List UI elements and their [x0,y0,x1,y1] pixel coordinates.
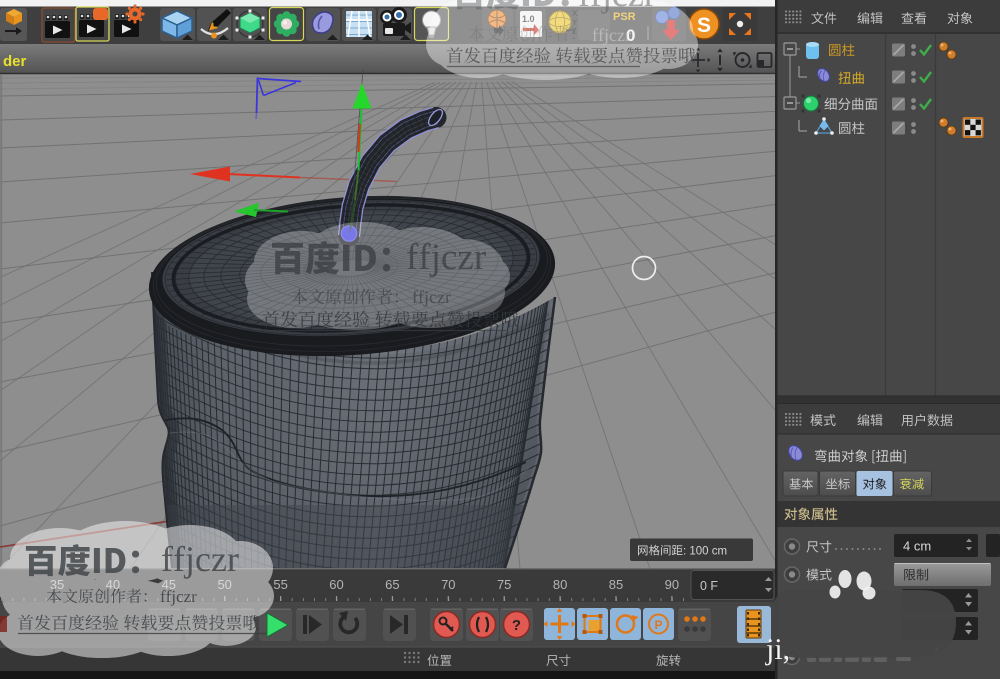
svg-text:: 100 cm: : 100 cm [683,546,727,558]
svg-text:70: 70 [441,577,455,592]
svg-text:60: 60 [329,577,343,592]
svg-text:0 F: 0 F [700,579,718,593]
svg-text:65: 65 [385,577,399,592]
svg-text:der: der [3,53,27,70]
svg-text:55: 55 [273,577,287,592]
svg-text:90: 90 [665,577,679,592]
svg-text:S: S [697,14,711,37]
svg-text:?: ? [512,617,521,634]
svg-text:75: 75 [497,577,511,592]
svg-text:80: 80 [553,577,567,592]
svg-text:85: 85 [609,577,623,592]
svg-text:4 cm: 4 cm [903,539,931,554]
svg-text:P: P [654,618,662,632]
